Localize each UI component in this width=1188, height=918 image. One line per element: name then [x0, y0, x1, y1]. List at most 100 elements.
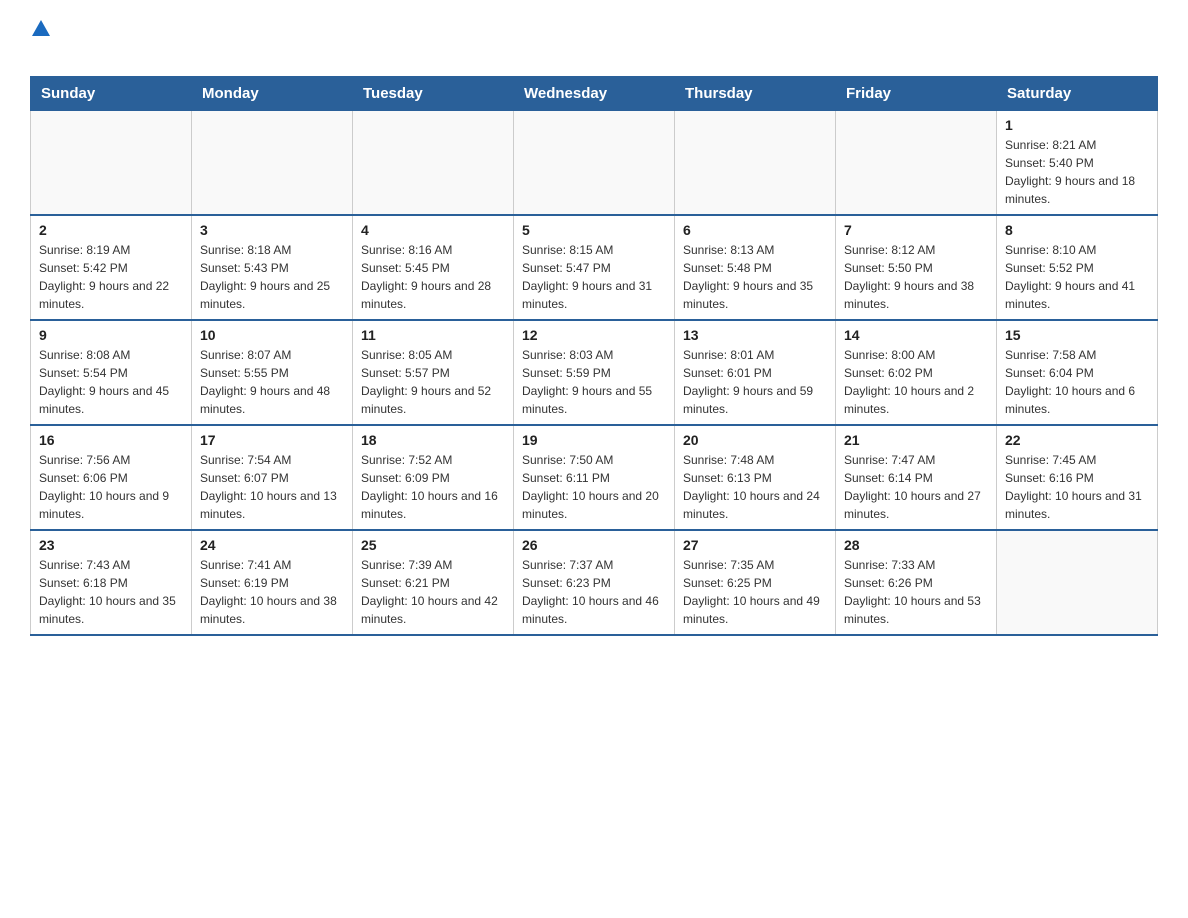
day-cell: 17 Sunrise: 7:54 AM Sunset: 6:07 PM Dayli… — [192, 425, 353, 530]
day-number: 18 — [361, 432, 505, 448]
day-cell: 14Sunrise: 8:00 AM Sunset: 6:02 PM Dayli… — [836, 320, 997, 425]
week-row-2: 2 Sunrise: 8:19 AM Sunset: 5:42 PM Daylig… — [31, 215, 1158, 320]
week-row-3: 9 Sunrise: 8:08 AM Sunset: 5:54 PM Daylig… — [31, 320, 1158, 425]
day-number: 2 — [39, 222, 183, 238]
day-cell — [353, 111, 514, 216]
day-cell: 2 Sunrise: 8:19 AM Sunset: 5:42 PM Daylig… — [31, 215, 192, 320]
day-info: Sunrise: 7:37 AM Sunset: 6:23 PM Dayligh… — [522, 556, 666, 628]
day-cell: 16 Sunrise: 7:56 AM Sunset: 6:06 PM Dayli… — [31, 425, 192, 530]
day-cell: 11Sunrise: 8:05 AM Sunset: 5:57 PM Dayli… — [353, 320, 514, 425]
day-cell: 12 Sunrise: 8:03 AM Sunset: 5:59 PM Dayli… — [514, 320, 675, 425]
day-info: Sunrise: 7:45 AM Sunset: 6:16 PM Dayligh… — [1005, 451, 1149, 523]
day-info: Sunrise: 7:43 AM Sunset: 6:18 PM Dayligh… — [39, 556, 183, 628]
day-number: 1 — [1005, 117, 1149, 133]
day-cell: 15 Sunrise: 7:58 AM Sunset: 6:04 PM Dayli… — [997, 320, 1158, 425]
day-number: 4 — [361, 222, 505, 238]
header-day-sunday: Sunday — [31, 77, 192, 111]
day-number: 21 — [844, 432, 988, 448]
day-number: 24 — [200, 537, 344, 553]
header-day-wednesday: Wednesday — [514, 77, 675, 111]
day-cell: 25 Sunrise: 7:39 AM Sunset: 6:21 PM Dayli… — [353, 530, 514, 635]
day-info: Sunrise: 7:33 AM Sunset: 6:26 PM Dayligh… — [844, 556, 988, 628]
day-number: 25 — [361, 537, 505, 553]
page-header — [30, 20, 1158, 66]
day-cell: 8 Sunrise: 8:10 AM Sunset: 5:52 PM Daylig… — [997, 215, 1158, 320]
day-number: 26 — [522, 537, 666, 553]
day-cell: 19 Sunrise: 7:50 AM Sunset: 6:11 PM Dayli… — [514, 425, 675, 530]
day-info: Sunrise: 8:19 AM Sunset: 5:42 PM Dayligh… — [39, 241, 183, 313]
logo — [30, 20, 50, 66]
day-cell: 9 Sunrise: 8:08 AM Sunset: 5:54 PM Daylig… — [31, 320, 192, 425]
day-info: Sunrise: 7:48 AM Sunset: 6:13 PM Dayligh… — [683, 451, 827, 523]
day-number: 27 — [683, 537, 827, 553]
week-row-5: 23 Sunrise: 7:43 AM Sunset: 6:18 PM Dayli… — [31, 530, 1158, 635]
day-info: Sunrise: 7:39 AM Sunset: 6:21 PM Dayligh… — [361, 556, 505, 628]
day-cell: 5 Sunrise: 8:15 AM Sunset: 5:47 PM Daylig… — [514, 215, 675, 320]
header-day-saturday: Saturday — [997, 77, 1158, 111]
day-number: 9 — [39, 327, 183, 343]
day-number: 3 — [200, 222, 344, 238]
day-info: Sunrise: 8:10 AM Sunset: 5:52 PM Dayligh… — [1005, 241, 1149, 313]
week-row-1: 1 Sunrise: 8:21 AM Sunset: 5:40 PM Daylig… — [31, 111, 1158, 216]
day-info: Sunrise: 7:35 AM Sunset: 6:25 PM Dayligh… — [683, 556, 827, 628]
day-cell: 27 Sunrise: 7:35 AM Sunset: 6:25 PM Dayli… — [675, 530, 836, 635]
day-cell: 26 Sunrise: 7:37 AM Sunset: 6:23 PM Dayli… — [514, 530, 675, 635]
header-day-thursday: Thursday — [675, 77, 836, 111]
day-info: Sunrise: 8:01 AM Sunset: 6:01 PM Dayligh… — [683, 346, 827, 418]
day-cell: 20 Sunrise: 7:48 AM Sunset: 6:13 PM Dayli… — [675, 425, 836, 530]
day-number: 17 — [200, 432, 344, 448]
day-info: Sunrise: 7:58 AM Sunset: 6:04 PM Dayligh… — [1005, 346, 1149, 418]
logo-triangle-icon — [32, 20, 50, 36]
day-cell: 13 Sunrise: 8:01 AM Sunset: 6:01 PM Dayli… — [675, 320, 836, 425]
day-cell: 22 Sunrise: 7:45 AM Sunset: 6:16 PM Dayli… — [997, 425, 1158, 530]
day-number: 28 — [844, 537, 988, 553]
day-info: Sunrise: 7:56 AM Sunset: 6:06 PM Dayligh… — [39, 451, 183, 523]
day-number: 19 — [522, 432, 666, 448]
calendar-body: 1 Sunrise: 8:21 AM Sunset: 5:40 PM Daylig… — [31, 111, 1158, 636]
day-number: 5 — [522, 222, 666, 238]
day-info: Sunrise: 7:50 AM Sunset: 6:11 PM Dayligh… — [522, 451, 666, 523]
day-cell — [836, 111, 997, 216]
day-number: 15 — [1005, 327, 1149, 343]
day-number: 14 — [844, 327, 988, 343]
day-number: 13 — [683, 327, 827, 343]
day-number: 22 — [1005, 432, 1149, 448]
day-cell: 4 Sunrise: 8:16 AM Sunset: 5:45 PM Daylig… — [353, 215, 514, 320]
day-info: Sunrise: 8:16 AM Sunset: 5:45 PM Dayligh… — [361, 241, 505, 313]
day-cell: 28 Sunrise: 7:33 AM Sunset: 6:26 PM Dayli… — [836, 530, 997, 635]
day-cell: 18 Sunrise: 7:52 AM Sunset: 6:09 PM Dayli… — [353, 425, 514, 530]
day-number: 20 — [683, 432, 827, 448]
day-cell — [997, 530, 1158, 635]
day-number: 16 — [39, 432, 183, 448]
day-info: Sunrise: 8:15 AM Sunset: 5:47 PM Dayligh… — [522, 241, 666, 313]
day-cell — [31, 111, 192, 216]
day-cell: 10Sunrise: 8:07 AM Sunset: 5:55 PM Dayli… — [192, 320, 353, 425]
day-number: 6 — [683, 222, 827, 238]
day-cell — [192, 111, 353, 216]
day-number: 8 — [1005, 222, 1149, 238]
header-row: SundayMondayTuesdayWednesdayThursdayFrid… — [31, 77, 1158, 111]
day-info: Sunrise: 8:07 AM Sunset: 5:55 PM Dayligh… — [200, 346, 344, 418]
day-cell: 21 Sunrise: 7:47 AM Sunset: 6:14 PM Dayli… — [836, 425, 997, 530]
day-cell: 1 Sunrise: 8:21 AM Sunset: 5:40 PM Daylig… — [997, 111, 1158, 216]
day-info: Sunrise: 8:08 AM Sunset: 5:54 PM Dayligh… — [39, 346, 183, 418]
week-row-4: 16 Sunrise: 7:56 AM Sunset: 6:06 PM Dayli… — [31, 425, 1158, 530]
day-info: Sunrise: 7:54 AM Sunset: 6:07 PM Dayligh… — [200, 451, 344, 523]
day-info: Sunrise: 7:47 AM Sunset: 6:14 PM Dayligh… — [844, 451, 988, 523]
day-cell — [514, 111, 675, 216]
day-info: Sunrise: 8:03 AM Sunset: 5:59 PM Dayligh… — [522, 346, 666, 418]
calendar-table: SundayMondayTuesdayWednesdayThursdayFrid… — [30, 76, 1158, 636]
day-number: 23 — [39, 537, 183, 553]
day-cell: 6 Sunrise: 8:13 AM Sunset: 5:48 PM Daylig… — [675, 215, 836, 320]
day-info: Sunrise: 8:12 AM Sunset: 5:50 PM Dayligh… — [844, 241, 988, 313]
day-cell: 23 Sunrise: 7:43 AM Sunset: 6:18 PM Dayli… — [31, 530, 192, 635]
header-day-tuesday: Tuesday — [353, 77, 514, 111]
day-info: Sunrise: 8:13 AM Sunset: 5:48 PM Dayligh… — [683, 241, 827, 313]
day-info: Sunrise: 7:52 AM Sunset: 6:09 PM Dayligh… — [361, 451, 505, 523]
header-day-monday: Monday — [192, 77, 353, 111]
day-info: Sunrise: 8:05 AM Sunset: 5:57 PM Dayligh… — [361, 346, 505, 418]
day-cell: 24Sunrise: 7:41 AM Sunset: 6:19 PM Dayli… — [192, 530, 353, 635]
day-info: Sunrise: 8:21 AM Sunset: 5:40 PM Dayligh… — [1005, 136, 1149, 208]
day-number: 12 — [522, 327, 666, 343]
day-number: 7 — [844, 222, 988, 238]
